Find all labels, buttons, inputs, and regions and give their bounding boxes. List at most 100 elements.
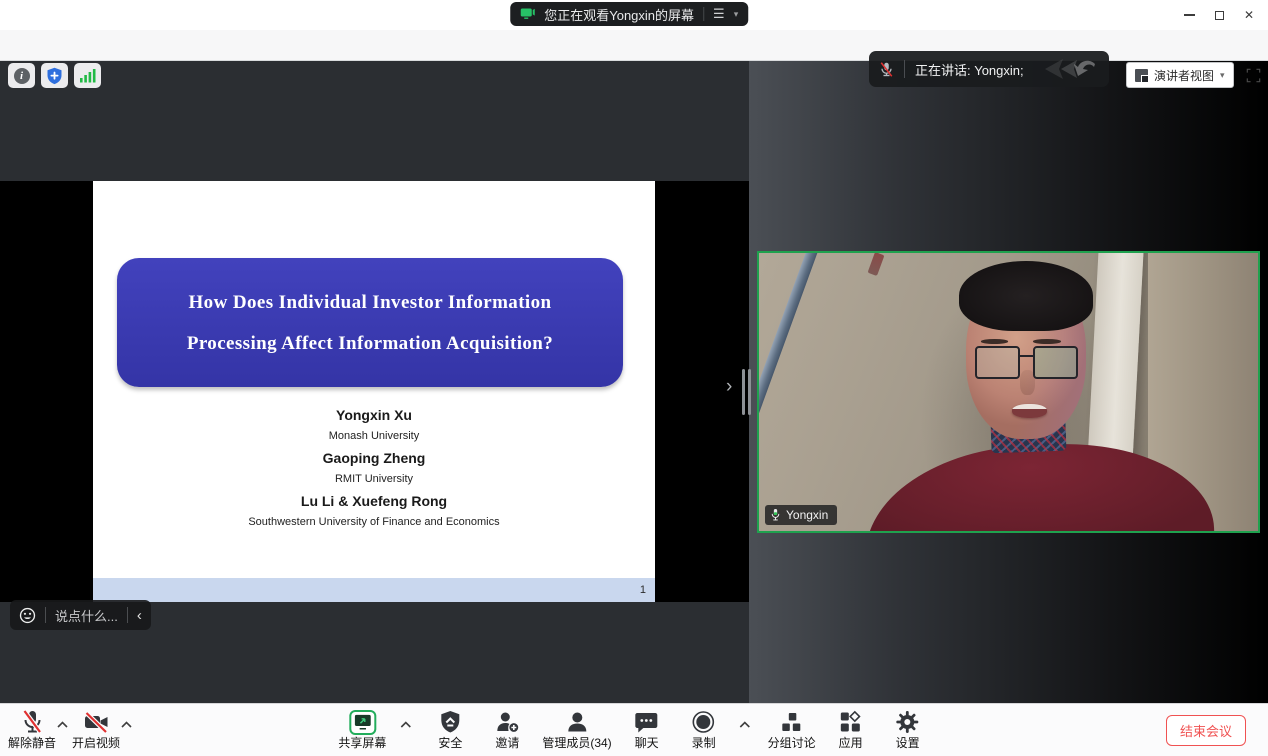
invite-person-icon — [495, 710, 520, 734]
screen-share-icon — [520, 8, 535, 20]
settings-label: 设置 — [896, 737, 920, 750]
participant-video[interactable]: Yongxin — [757, 251, 1260, 533]
close-icon: ✕ — [1244, 9, 1254, 21]
spotlight-arrows-icon — [1041, 57, 1099, 81]
presentation-slide: How Does Individual Investor Information… — [93, 181, 655, 602]
security-button[interactable]: 安全 — [428, 709, 472, 750]
end-meeting-button[interactable]: 结束会议 — [1166, 715, 1246, 746]
video-panel: Yongxin — [749, 61, 1268, 703]
author-name: Lu Li & Xuefeng Rong — [93, 490, 655, 512]
fullscreen-icon — [1246, 68, 1261, 83]
banner-caret-icon[interactable]: ▾ — [734, 9, 739, 20]
author-name: Gaoping Zheng — [93, 447, 655, 469]
glasses-bridge — [1020, 355, 1032, 357]
meeting-toolbar: 解除静音 开启视频 — [0, 703, 1268, 756]
unmute-label: 解除静音 — [8, 737, 56, 750]
microphone-muted-icon — [879, 61, 894, 78]
shared-screen-content: How Does Individual Investor Information… — [0, 181, 749, 602]
emoji-icon[interactable] — [19, 607, 36, 624]
panel-splitter-handle[interactable] — [742, 369, 751, 415]
share-screen-icon — [353, 713, 372, 731]
video-options-chevron[interactable] — [118, 711, 134, 737]
camera-muted-icon — [83, 709, 110, 735]
shared-screen-panel: How Does Individual Investor Information… — [0, 61, 749, 703]
network-quality-button[interactable] — [74, 63, 101, 88]
speaker-view-icon — [1135, 69, 1148, 82]
chat-bar-divider — [45, 607, 46, 623]
record-options-chevron[interactable] — [737, 711, 753, 737]
view-mode-button[interactable]: 演讲者视图 ▾ — [1126, 62, 1234, 88]
author-affiliation: Monash University — [93, 426, 655, 447]
minimize-button[interactable] — [1174, 4, 1204, 26]
close-button[interactable]: ✕ — [1234, 4, 1264, 26]
slide-title-line1: How Does Individual Investor Information — [189, 283, 552, 322]
window-controls: ✕ — [1174, 4, 1264, 26]
participant-hair — [959, 261, 1094, 331]
chat-collapse-icon[interactable]: ‹ — [137, 608, 142, 623]
microphone-muted-icon — [20, 709, 44, 735]
invite-label: 邀请 — [495, 737, 519, 750]
slide-footer-bar: 1 — [93, 578, 655, 602]
signal-bars-icon — [80, 68, 96, 83]
glasses-right-lens — [1033, 346, 1079, 379]
shield-encryption-icon — [46, 67, 63, 85]
participant-name: Yongxin — [786, 508, 828, 522]
participant-eyebrow — [981, 339, 1008, 343]
slide-page-number: 1 — [640, 578, 646, 602]
security-shield-icon — [439, 710, 461, 734]
info-icon: i — [14, 68, 30, 84]
share-screen-label: 共享屏幕 — [338, 737, 386, 750]
record-icon — [692, 710, 716, 734]
invite-button[interactable]: 邀请 — [485, 709, 529, 750]
chat-button[interactable]: 聊天 — [625, 709, 669, 750]
participant-name-badge: Yongxin — [765, 505, 837, 525]
view-mode-label: 演讲者视图 — [1154, 67, 1214, 84]
screen-viewing-banner: 您正在观看Yongxin的屏幕 ☰ ▾ — [510, 2, 748, 26]
view-mode-caret-icon: ▾ — [1220, 70, 1225, 81]
start-video-button[interactable]: 开启视频 — [72, 709, 120, 750]
participant-nose — [1020, 370, 1035, 395]
meeting-status-icons: i — [8, 63, 101, 88]
meeting-info-bar: i — [0, 30, 1268, 61]
glasses-left-lens — [975, 346, 1021, 379]
encryption-button[interactable] — [41, 63, 68, 88]
maximize-button[interactable] — [1204, 4, 1234, 26]
slide-title-box: How Does Individual Investor Information… — [117, 258, 623, 387]
banner-divider — [703, 7, 704, 21]
settings-button[interactable]: 设置 — [886, 709, 930, 750]
apps-icon — [839, 710, 863, 734]
chat-label: 聊天 — [635, 737, 659, 750]
main-area: How Does Individual Investor Information… — [0, 61, 1268, 703]
slide-authors: Yongxin Xu Monash University Gaoping Zhe… — [93, 404, 655, 533]
viewing-banner-text: 您正在观看Yongxin的屏幕 — [544, 5, 694, 24]
security-label: 安全 — [438, 737, 462, 750]
settings-gear-icon — [896, 710, 920, 734]
apps-label: 应用 — [839, 737, 863, 750]
active-speaker-text: 正在讲话: Yongxin; — [915, 60, 1031, 79]
apps-button[interactable]: 应用 — [829, 709, 873, 750]
unmute-button[interactable]: 解除静音 — [8, 709, 56, 750]
speaker-pill-divider — [904, 60, 905, 78]
share-options-chevron[interactable] — [397, 711, 413, 737]
record-label: 录制 — [692, 737, 716, 750]
record-button[interactable]: 录制 — [682, 709, 726, 750]
slide-title-line2: Processing Affect Information Acquisitio… — [187, 324, 553, 363]
breakout-rooms-button[interactable]: 分组讨论 — [768, 709, 816, 750]
quick-chat-bar[interactable]: 说点什么... ‹ — [10, 600, 151, 630]
breakout-rooms-icon — [780, 711, 803, 734]
meeting-window: 您正在观看Yongxin的屏幕 ☰ ▾ ✕ i — [0, 0, 1268, 756]
participant-mouth — [1012, 404, 1047, 418]
fullscreen-button[interactable] — [1241, 63, 1265, 87]
maximize-icon — [1215, 11, 1224, 20]
chat-bubble-icon — [635, 711, 659, 734]
active-speaker-indicator: 正在讲话: Yongxin; — [869, 51, 1109, 87]
manage-participants-button[interactable]: 管理成员(34) — [542, 709, 611, 750]
chat-input-placeholder[interactable]: 说点什么... — [55, 606, 118, 625]
share-screen-button[interactable]: 共享屏幕 — [338, 709, 386, 750]
banner-menu-icon[interactable]: ☰ — [713, 6, 725, 22]
meeting-info-button[interactable]: i — [8, 63, 35, 88]
panel-expand-icon[interactable]: › — [726, 377, 732, 396]
audio-options-chevron[interactable] — [54, 711, 70, 737]
author-name: Yongxin Xu — [93, 404, 655, 426]
chat-bar-divider — [127, 607, 128, 623]
